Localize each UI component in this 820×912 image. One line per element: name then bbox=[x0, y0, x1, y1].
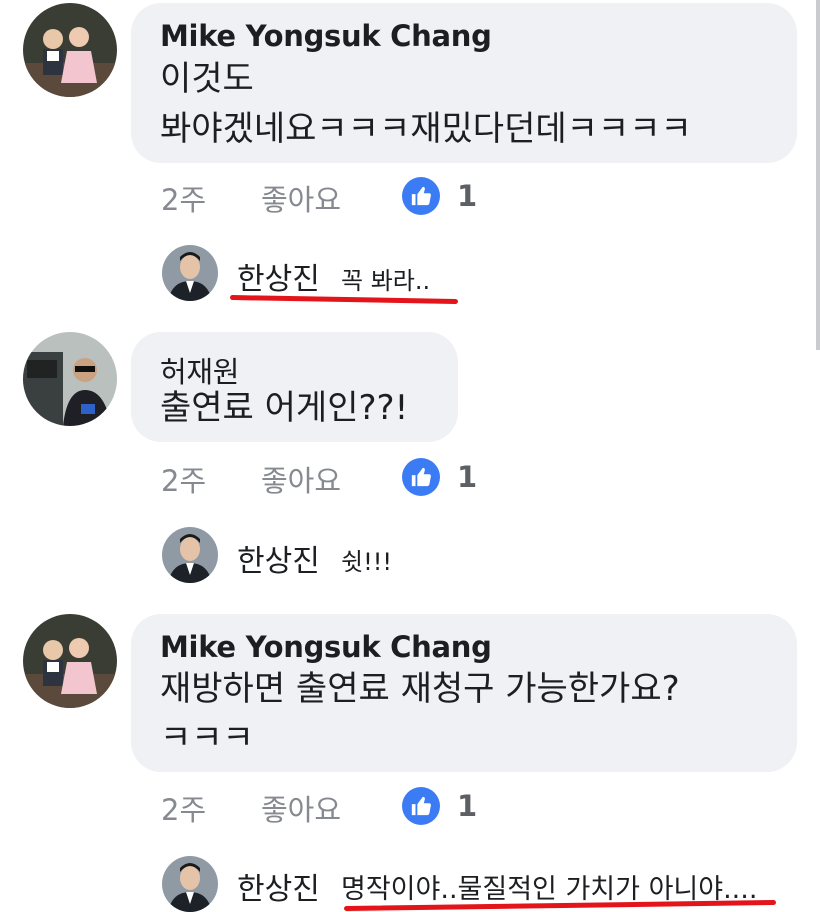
comment-text-line: ㅋㅋㅋ bbox=[160, 718, 254, 758]
like-button[interactable]: 좋아요 bbox=[261, 458, 341, 500]
avatar-mike[interactable] bbox=[23, 614, 117, 708]
children-photo-icon bbox=[23, 614, 117, 708]
comment-text-line: 재방하면 출연료 재청구 가능한가요? bbox=[160, 669, 680, 709]
like-count: 1 bbox=[457, 789, 478, 823]
thumbs-up-icon bbox=[411, 467, 431, 487]
thumbs-up-icon bbox=[411, 186, 431, 206]
children-photo-icon bbox=[23, 3, 117, 97]
like-badge bbox=[402, 177, 440, 215]
like-count: 1 bbox=[457, 460, 478, 494]
reply-author[interactable]: 한상진 bbox=[237, 864, 320, 908]
comment-author[interactable]: Mike Yongsuk Chang bbox=[160, 19, 492, 53]
thumbs-up-icon bbox=[411, 796, 431, 816]
comment-text-line: 이것도 bbox=[160, 59, 254, 99]
annotation-underline bbox=[229, 295, 459, 304]
comment-text-line: 출연료 어게인??! bbox=[160, 388, 409, 428]
comment-time: 2주 bbox=[161, 183, 207, 217]
comment-text-line: 봐야겠네요ㅋㅋㅋ재밌다던데ㅋㅋㅋㅋ bbox=[160, 109, 692, 149]
scrollbar[interactable] bbox=[816, 0, 820, 350]
like-button[interactable]: 좋아요 bbox=[261, 787, 341, 829]
like-count: 1 bbox=[457, 179, 478, 213]
man-portrait-icon bbox=[162, 527, 218, 583]
man-portrait-icon bbox=[162, 245, 218, 301]
man-portrait-icon bbox=[162, 856, 218, 912]
comment-author[interactable]: Mike Yongsuk Chang bbox=[160, 630, 492, 664]
avatar-heo[interactable] bbox=[23, 332, 117, 426]
reply-text: 꼭 봐라.. bbox=[341, 267, 431, 295]
like-badge bbox=[402, 458, 440, 496]
reply-text: 쉿!!! bbox=[341, 548, 392, 576]
avatar-mike[interactable] bbox=[23, 3, 117, 97]
comment-time: 2주 bbox=[161, 464, 207, 498]
comment-time: 2주 bbox=[161, 793, 207, 827]
avatar-reply[interactable] bbox=[162, 245, 218, 301]
like-badge bbox=[402, 787, 440, 825]
like-button[interactable]: 좋아요 bbox=[261, 177, 341, 219]
man-with-camera-photo-icon bbox=[23, 332, 117, 426]
avatar-reply[interactable] bbox=[162, 527, 218, 583]
reply-author[interactable]: 한상진 bbox=[237, 536, 320, 580]
avatar-reply[interactable] bbox=[162, 856, 218, 912]
reply-author[interactable]: 한상진 bbox=[237, 254, 320, 298]
